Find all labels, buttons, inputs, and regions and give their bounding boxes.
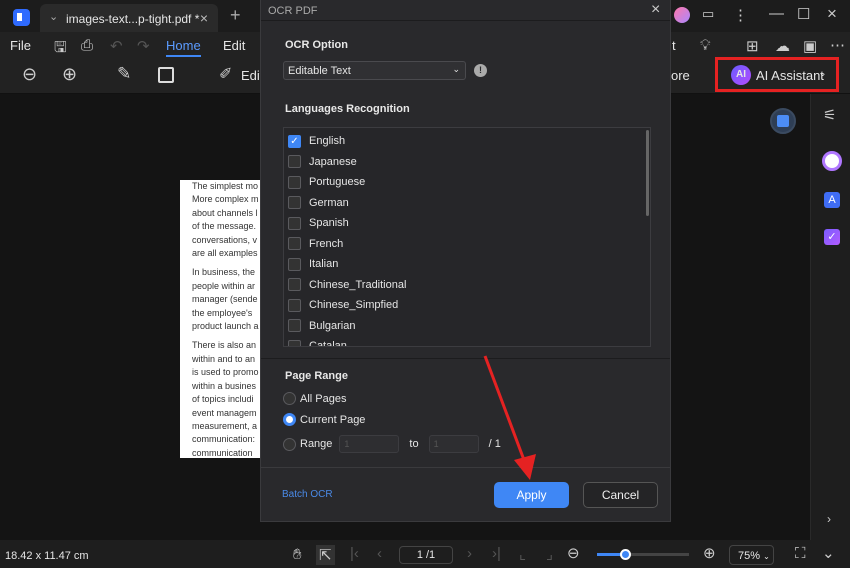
red-arrow-annotation [483,355,536,480]
